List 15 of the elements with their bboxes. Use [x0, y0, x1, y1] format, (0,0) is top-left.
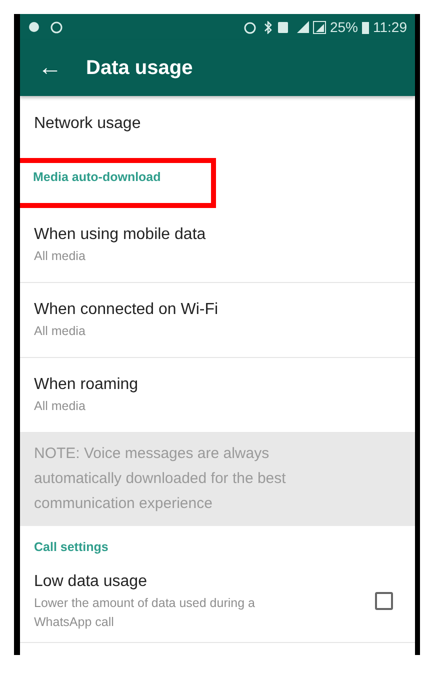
note-panel: NOTE: Voice messages are always automatically downloaded for the best communication experience	[20, 432, 415, 526]
alarm-icon	[244, 20, 256, 34]
back-button[interactable]: ←	[32, 56, 68, 80]
section-header: Call settings	[34, 540, 108, 554]
screen-title: Data usage	[86, 56, 193, 81]
settings-item[interactable]: When using mobile data All media	[20, 208, 415, 283]
settings-item[interactable]: Network usage	[20, 96, 415, 152]
settings-item[interactable]: Low data usage Lower the amount of data used during a WhatsApp call	[20, 560, 415, 642]
clock: 11:29	[373, 18, 407, 36]
battery-percent: 25%	[330, 18, 358, 36]
battery-icon	[362, 20, 369, 34]
bluetooth-icon	[264, 20, 273, 34]
checkbox[interactable]	[375, 592, 393, 610]
section-header: Media auto-download	[20, 158, 216, 208]
settings-item[interactable]: When connected on Wi-Fi All media	[20, 282, 415, 358]
